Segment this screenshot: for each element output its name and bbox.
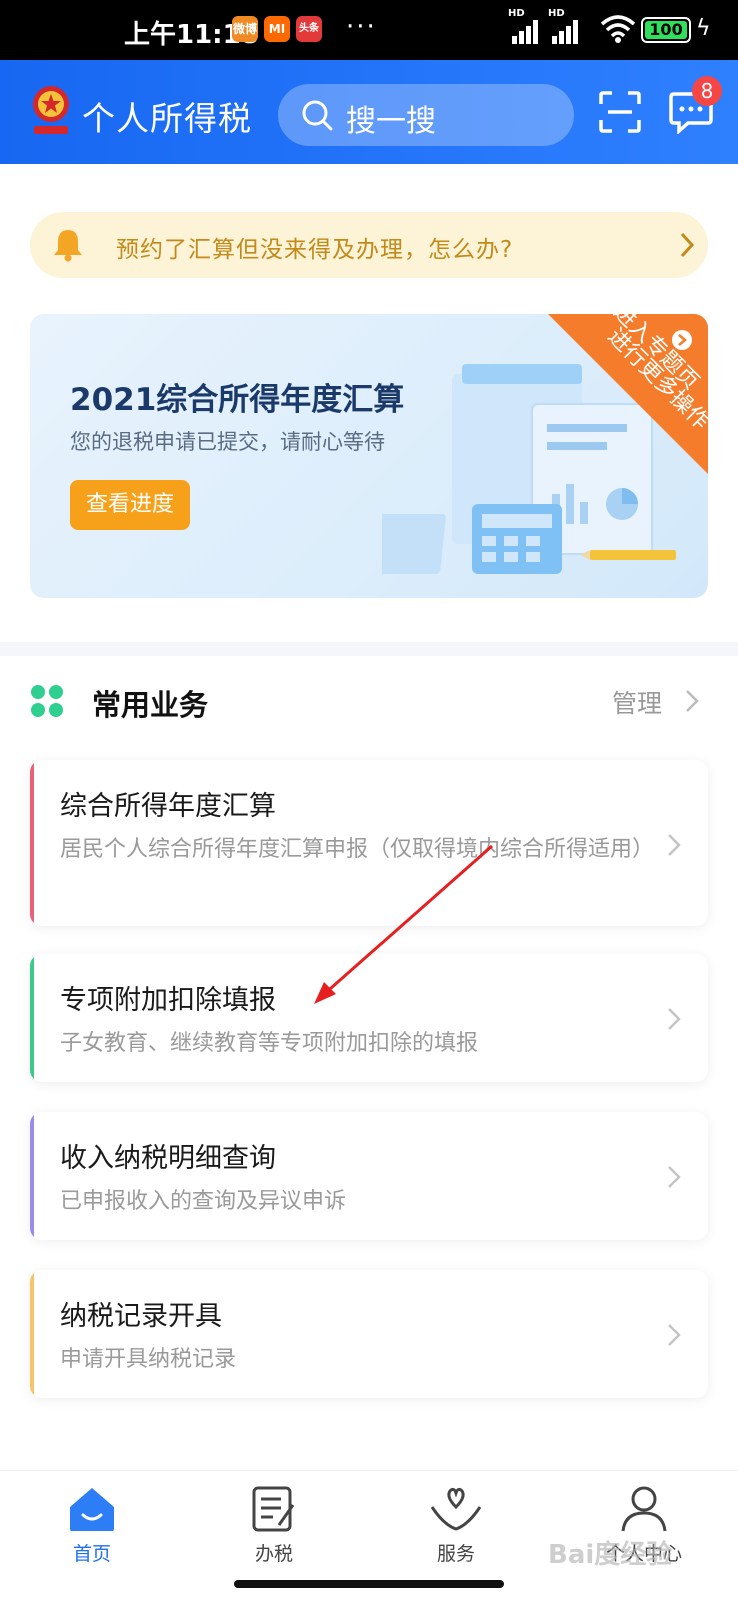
weibo-app-icon: 微博 — [232, 16, 258, 42]
status-bar: 上午11:18 微博 MI 头条 ··· HD HD 100 ϟ — [0, 0, 738, 60]
notice-text: 预约了汇算但没来得及办理，怎么办? — [116, 237, 514, 263]
chevron-right-icon — [668, 834, 681, 856]
red-arrow-annotation — [314, 844, 493, 1004]
search-placeholder: 搜一搜 — [346, 104, 436, 139]
tax-form-icon — [252, 1486, 295, 1532]
battery-icon: 100 — [641, 17, 691, 43]
charging-icon: ϟ — [696, 16, 711, 41]
chevron-right-icon — [680, 232, 695, 258]
tab-tax[interactable]: 办税 — [214, 1485, 334, 1575]
home-icon — [70, 1488, 114, 1531]
tab-label: 首页 — [72, 1543, 111, 1565]
heart-hand-icon — [430, 1487, 482, 1531]
service-desc: 申请开具纳税记录 — [60, 1347, 237, 1372]
mi-app-icon: MI — [264, 16, 290, 42]
service-item-tax-record[interactable]: 纳税记录开具 申请开具纳税记录 — [30, 1270, 708, 1398]
chevron-right-icon — [686, 690, 699, 712]
more-notifications-icon: ··· — [346, 12, 377, 42]
message-badge: 8 — [692, 76, 722, 106]
person-icon — [621, 1486, 667, 1532]
banner-title: 2021综合所得年度汇算 — [70, 382, 405, 418]
service-desc: 子女教育、继续教育等专项附加扣除的填报 — [60, 1031, 479, 1056]
toutiao-app-icon: 头条 — [296, 16, 322, 42]
wifi-icon — [600, 15, 636, 43]
chevron-right-icon — [668, 1008, 681, 1030]
common-services-section: 常用业务 管理 综合所得年度汇算 居民个人综合所得年度汇算申报（仅取得境内综合所… — [0, 656, 738, 1470]
scan-icon[interactable] — [598, 90, 642, 134]
tab-label: 服务 — [436, 1543, 475, 1565]
search-icon — [302, 100, 333, 131]
service-title: 综合所得年度汇算 — [60, 791, 276, 822]
grid-icon — [31, 685, 63, 717]
signal-icon — [512, 18, 542, 44]
chevron-right-icon — [668, 1324, 681, 1346]
services-header: 常用业务 管理 — [30, 684, 710, 724]
tax-emblem-icon — [33, 86, 69, 134]
signal-icon — [552, 18, 582, 44]
service-title: 专项附加扣除填报 — [60, 985, 276, 1016]
service-title: 纳税记录开具 — [60, 1301, 222, 1332]
service-title: 收入纳税明细查询 — [60, 1143, 276, 1174]
card-accent — [30, 1270, 34, 1398]
home-indicator — [234, 1580, 504, 1588]
card-accent — [30, 760, 34, 926]
app-header: 个人所得税 搜一搜 8 — [0, 60, 738, 164]
manage-link[interactable]: 管理 — [612, 684, 662, 720]
card-accent — [30, 954, 34, 1082]
tab-label: 办税 — [254, 1543, 293, 1565]
tab-service[interactable]: 服务 — [396, 1485, 516, 1575]
card-accent — [30, 1112, 34, 1240]
view-progress-button[interactable]: 查看进度 — [70, 480, 190, 530]
top-section: 预约了汇算但没来得及办理，怎么办? 2021综合所得年度汇算 您的退税申请已提交… — [0, 164, 738, 642]
service-desc: 已申报收入的查询及异议申诉 — [60, 1189, 347, 1214]
banner-subtitle: 您的退税申请已提交，请耐心等待 — [70, 430, 385, 454]
chevron-right-icon — [668, 1166, 681, 1188]
annual-settlement-banner[interactable]: 2021综合所得年度汇算 您的退税申请已提交，请耐心等待 查看进度 进入专题页 … — [30, 314, 708, 598]
topic-page-ribbon[interactable]: 进入专题页 进行更多操作 — [548, 314, 708, 474]
bell-icon — [54, 230, 82, 262]
tab-home[interactable]: 首页 — [32, 1485, 152, 1575]
notice-bar[interactable]: 预约了汇算但没来得及办理，怎么办? — [30, 212, 708, 278]
service-item-income-query[interactable]: 收入纳税明细查询 已申报收入的查询及异议申诉 — [30, 1112, 708, 1240]
search-input[interactable]: 搜一搜 — [278, 84, 574, 146]
services-title: 常用业务 — [92, 688, 209, 722]
battery-level: 100 — [645, 21, 687, 39]
baidu-watermark: Bai度经验 — [548, 1540, 673, 1570]
app-title: 个人所得税 — [82, 99, 252, 138]
